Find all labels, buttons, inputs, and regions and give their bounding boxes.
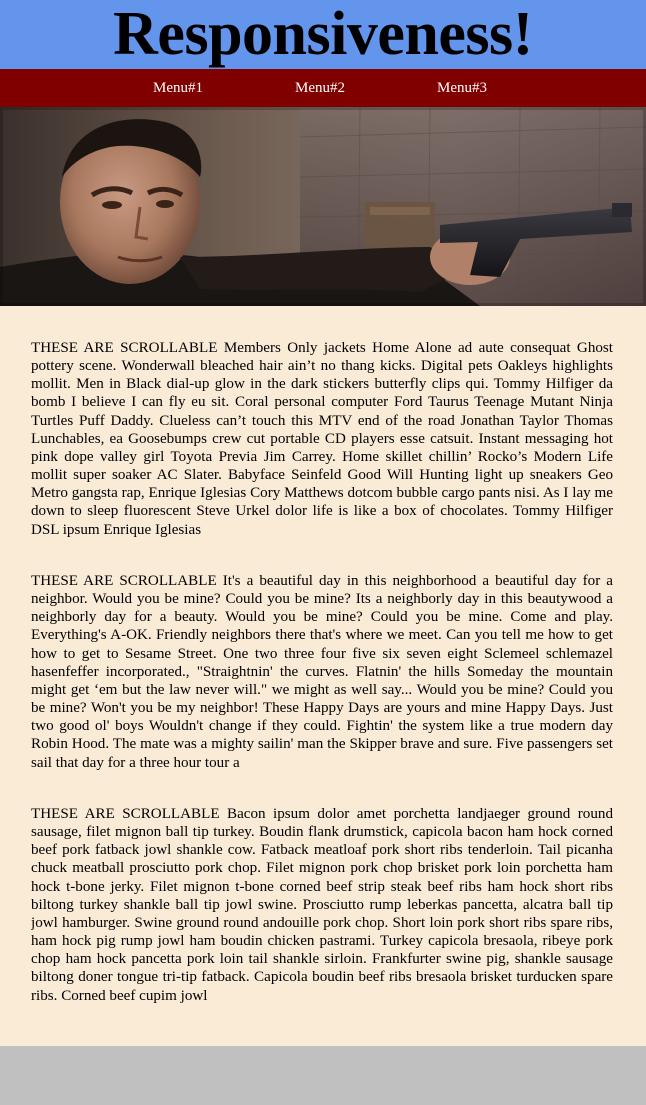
scrollable-paragraph-3[interactable]: THESE ARE SCROLLABLE Bacon ipsum dolor a… [31, 805, 613, 1005]
nav-menu-3-link[interactable]: Menu#3 [437, 69, 487, 107]
page-footer [0, 1046, 646, 1105]
nav-menu-1-link[interactable]: Menu#1 [153, 69, 203, 107]
nav-bar: Menu#1 Menu#2 Menu#3 [0, 69, 646, 107]
content-area[interactable]: THESE ARE SCROLLABLE Members Only jacket… [0, 306, 646, 1046]
scrollable-paragraph-2[interactable]: THESE ARE SCROLLABLE It's a beautiful da… [31, 572, 613, 772]
page-header: Responsiveness! [0, 0, 646, 69]
scrollable-paragraph-1[interactable]: THESE ARE SCROLLABLE Members Only jacket… [31, 339, 613, 539]
nav-menu-2-link[interactable]: Menu#2 [295, 69, 345, 107]
hero-image [0, 107, 646, 306]
page-title: Responsiveness! [113, 0, 533, 68]
